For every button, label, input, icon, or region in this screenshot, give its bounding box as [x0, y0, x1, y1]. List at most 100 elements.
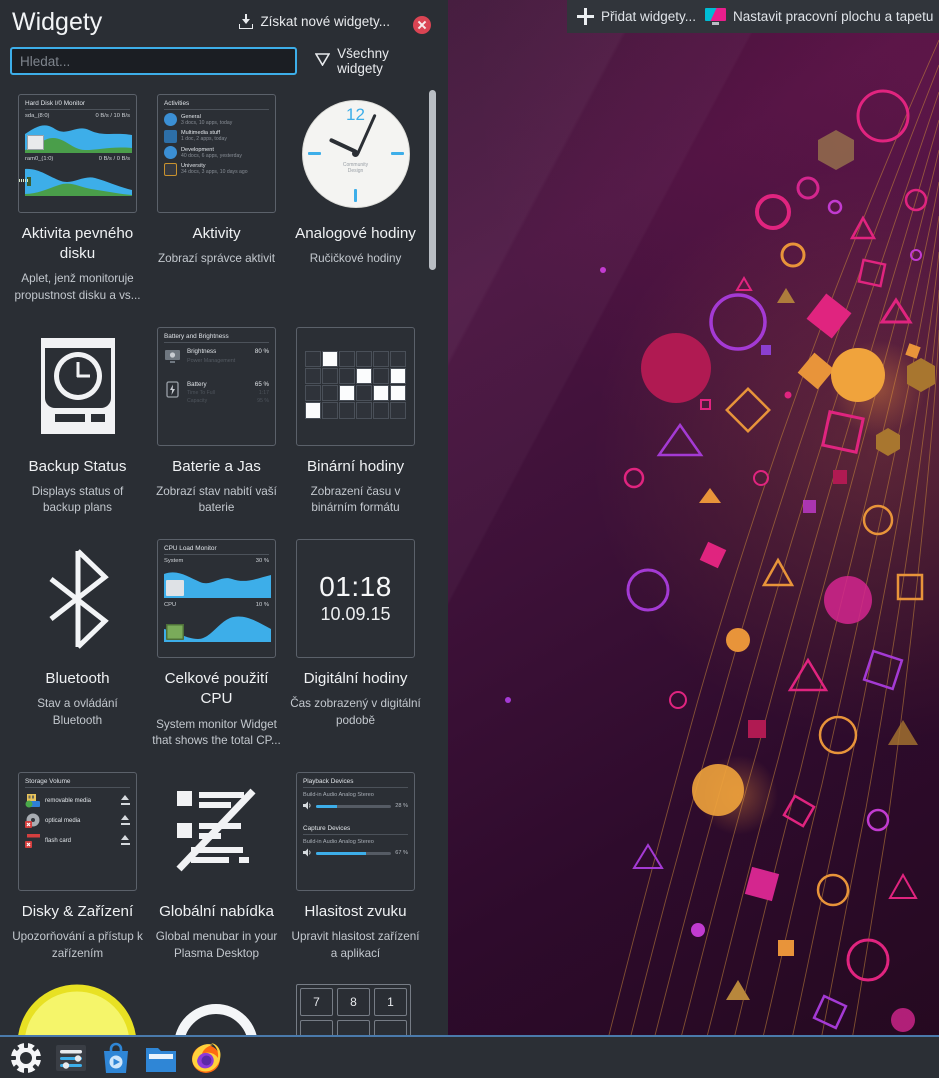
download-icon [239, 14, 254, 29]
widget-name: Hlasitost zvuku [304, 902, 407, 920]
clock-tick-left [307, 152, 321, 155]
widget-item[interactable]: 01:18 10.09.15 Digitální hodiny Čas zobr… [286, 531, 425, 764]
widget-item[interactable]: Storage Volume removable media optical m… [8, 764, 147, 976]
backup-status-preview [40, 338, 115, 435]
search-input[interactable] [10, 47, 298, 75]
panel-scrollbar[interactable] [429, 90, 436, 270]
cpu-row-label: System [164, 558, 184, 565]
binary-cell [338, 350, 355, 367]
battery-sub2-value: 95 % [257, 397, 269, 404]
analog-clock-preview: 12 Community Design [302, 100, 409, 207]
get-new-widgets-button[interactable]: Získat nové widgety... [239, 14, 390, 29]
widget-description: Zobrazí správce aktivit [158, 252, 275, 266]
binary-cell [321, 367, 338, 385]
file-manager-icon[interactable] [144, 1041, 178, 1075]
widget-item[interactable]: Binární hodiny Zobrazení času v binárním… [286, 319, 425, 531]
binary-cell [338, 367, 355, 385]
global-menu-preview [169, 783, 265, 879]
widget-item[interactable]: CPU Load Monitor System 30 % CPU 10 % Ce… [147, 531, 286, 764]
playback-volume-slider[interactable] [316, 804, 392, 808]
sun-icon [18, 984, 136, 1035]
add-widgets-button[interactable]: Přidat widgety... [577, 8, 696, 25]
close-icon[interactable] [413, 16, 431, 34]
settings-sliders-icon[interactable] [54, 1041, 88, 1075]
clock-brand-line1: Community [342, 161, 369, 168]
binary-cell [321, 350, 338, 367]
widget-item[interactable] [8, 976, 147, 1035]
battery-sub2-label: Capacity [187, 397, 208, 404]
disk-icon [27, 135, 44, 150]
calc-key[interactable] [374, 1020, 407, 1035]
add-widgets-label: Přidat widgety... [601, 9, 697, 24]
activity-row: Multimedia stuff 1 doc, 2 apps, today [164, 129, 269, 143]
firefox-icon[interactable] [189, 1041, 223, 1075]
globe-icon [164, 113, 177, 126]
widget-item[interactable]: Globální nabídka Global menubar in your … [147, 764, 286, 976]
development-icon [164, 146, 177, 159]
battery-icon [164, 381, 181, 398]
brightness-icon [164, 348, 181, 365]
storage-device-label: optical media [45, 817, 81, 824]
widget-name: Analogové hodiny [295, 225, 416, 242]
brightness-label: Brightness [187, 347, 217, 355]
widget-description: Upozorňování a přístup k zařízením [12, 929, 143, 960]
widget-preview: CPU Load Monitor System 30 % CPU 10 % [157, 539, 276, 659]
calc-key[interactable] [300, 1020, 333, 1035]
page-title: Widgety [12, 8, 103, 36]
capture-volume-value: 67 % [395, 850, 408, 857]
widget-item[interactable]: Backup Status Displays status of backup … [8, 319, 147, 531]
brightness-sub: Power Management [187, 357, 236, 364]
widget-description: System monitor Widget that shows the tot… [152, 717, 281, 748]
calc-key[interactable]: 7 [300, 988, 333, 1017]
widget-item[interactable] [147, 976, 286, 1035]
software-store-icon[interactable] [99, 1041, 133, 1075]
optical-disc-icon [25, 813, 41, 828]
widget-item[interactable]: Playback Devices Build-in Audio Analog S… [286, 764, 425, 976]
activities-preview: Activities General 3 docs, 10 apps, toda… [157, 94, 276, 213]
widget-preview: 12 Community Design [296, 94, 415, 213]
battery-sub-value: 1:17 [258, 389, 269, 396]
widget-item[interactable]: 12 Community Design Analogové hodiny Ruč… [286, 86, 425, 319]
widget-item[interactable]: Hard Disk I/0 Monitor sda_(8:0) 0 B/s / … [8, 86, 147, 319]
capture-volume-slider[interactable] [316, 851, 392, 855]
widget-description: Displays status of backup plans [31, 484, 124, 515]
kde-launcher-icon[interactable] [9, 1041, 43, 1075]
widget-description: Upravit hlasitost zařízení a aplikací [291, 929, 420, 960]
card-title: Activities [164, 100, 190, 107]
playback-volume-value: 28 % [395, 803, 408, 810]
widget-preview [18, 539, 137, 658]
activity-sub: 40 docs, 6 apps, yesterday [181, 152, 242, 159]
binary-cell [338, 402, 355, 419]
widget-item[interactable]: 7 8 1 [286, 976, 425, 1035]
binary-cell [390, 350, 407, 367]
calc-key[interactable]: 1 [374, 988, 407, 1017]
clock-brand: Community Design [343, 162, 368, 175]
desktop-wallpaper[interactable] [448, 0, 939, 1078]
audio-volume-preview: Playback Devices Build-in Audio Analog S… [296, 771, 415, 891]
calc-key[interactable]: 8 [337, 988, 370, 1017]
eject-icon[interactable] [121, 814, 130, 826]
hdd-row-label: ram0_(1:0) [25, 156, 54, 162]
multimedia-icon [164, 129, 177, 143]
speaker-icon [303, 801, 312, 812]
activity-row: General 3 docs, 10 apps, today [164, 113, 269, 126]
widget-name: Binární hodiny [306, 457, 405, 475]
hdd-graph-2 [25, 163, 132, 196]
eject-icon[interactable] [121, 794, 130, 806]
widgets-scroll-area[interactable]: Hard Disk I/0 Monitor sda_(8:0) 0 B/s / … [0, 86, 448, 1035]
widget-item[interactable]: Battery and Brightness Brightness 80 % P… [147, 319, 286, 531]
filter-button[interactable]: Všechny widgety [314, 46, 438, 76]
calc-key[interactable] [337, 1020, 370, 1035]
widget-name: Backup Status [28, 457, 127, 475]
widget-name: Disky & Zařízení [21, 902, 134, 920]
global-menubar-icon [175, 788, 256, 872]
eject-icon[interactable] [121, 834, 130, 846]
configure-desktop-button[interactable]: Nastavit pracovní plochu a tapetu [705, 8, 933, 25]
binary-cell [355, 385, 373, 402]
widget-name: Globální nabídka [159, 902, 274, 920]
widget-item[interactable]: Bluetooth Stav a ovládání Bluetooth [8, 531, 147, 764]
hdd-monitor-preview: Hard Disk I/0 Monitor sda_(8:0) 0 B/s / … [18, 94, 137, 213]
plus-icon [577, 8, 594, 25]
widget-item[interactable]: Activities General 3 docs, 10 apps, toda… [147, 86, 286, 319]
storage-device-row: flash card [25, 833, 130, 848]
